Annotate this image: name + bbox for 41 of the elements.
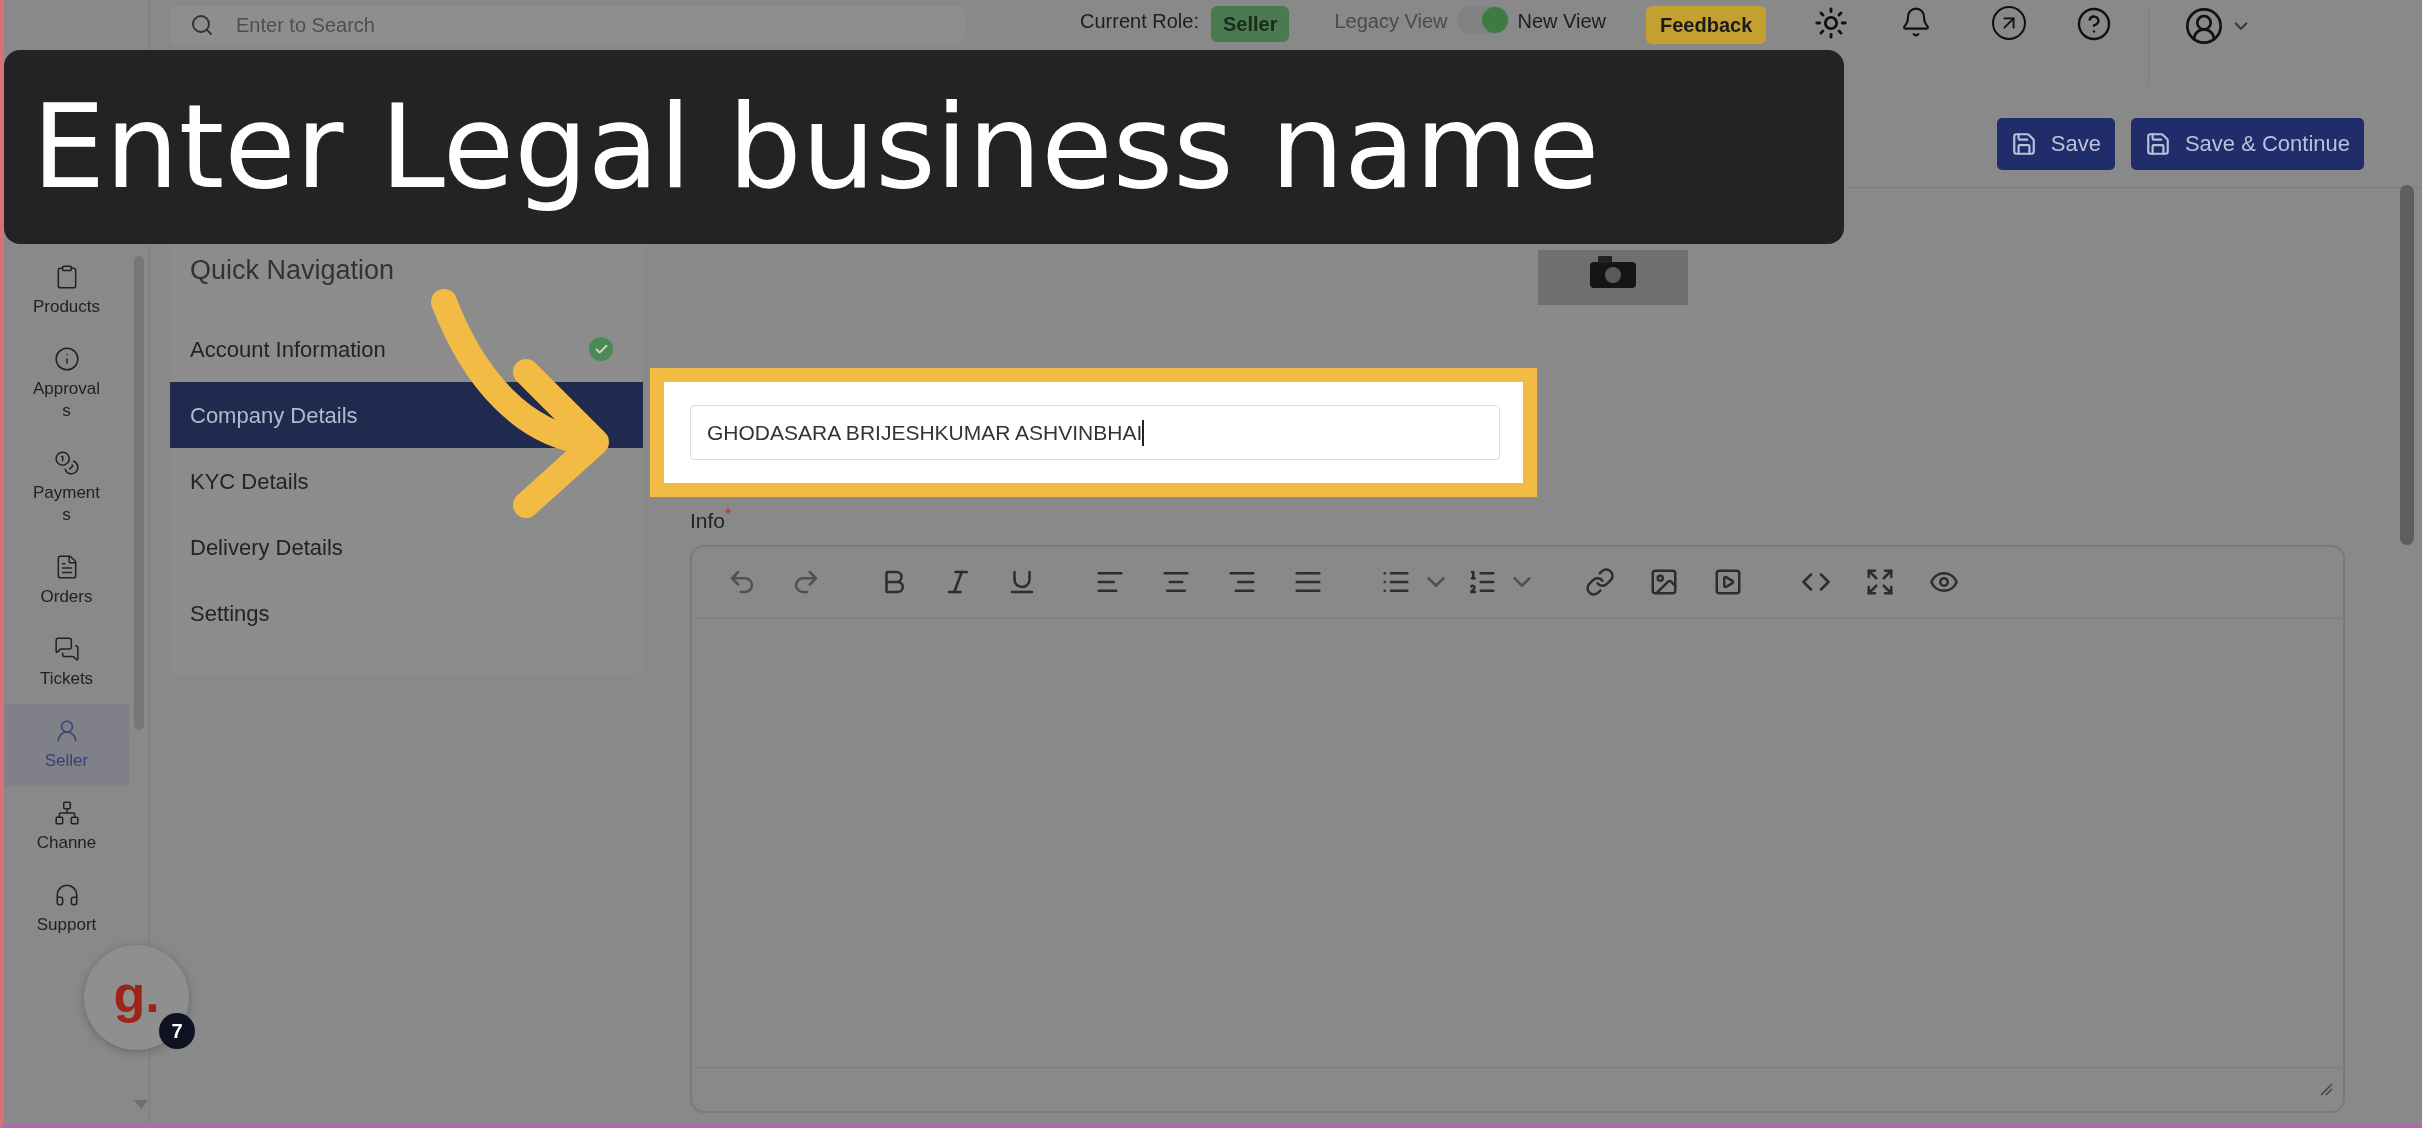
feedback-button[interactable]: Feedback <box>1646 6 1767 44</box>
chat-icon <box>53 636 80 662</box>
link-icon[interactable] <box>1585 567 1615 597</box>
search-icon <box>190 13 214 37</box>
info-icon <box>53 346 80 372</box>
save-button[interactable]: Save <box>1996 117 2115 170</box>
role-label: Current Role: <box>1080 9 1199 34</box>
video-icon[interactable] <box>1713 567 1743 597</box>
caption-text: Enter Legal business name <box>32 77 1600 216</box>
navigation-item[interactable]: Delivery Details <box>170 514 643 580</box>
sidebar-item[interactable]: Seller <box>4 704 129 786</box>
sun-icon[interactable] <box>1814 6 1849 40</box>
legal-name-field[interactable]: GHODASARA BRIJESHKUMAR ASHVINBHAI <box>690 405 1500 460</box>
quick-navigation-title: Quick Navigation <box>190 254 395 288</box>
role-tag: Seller <box>1210 6 1290 42</box>
network-icon <box>53 800 80 826</box>
navigation-item[interactable]: Settings <box>170 580 643 646</box>
info-label: Info$^{*}$ <box>690 505 733 534</box>
view-toggle[interactable] <box>1457 6 1510 34</box>
save-button[interactable]: Save & Continue <box>2130 117 2364 170</box>
legacy-view-label: Legacy View <box>1334 9 1448 34</box>
avatar-icon[interactable] <box>2184 6 2225 46</box>
navigation-item[interactable]: KYC Details <box>170 448 643 514</box>
sidebar-item[interactable]: Approvals <box>4 332 129 436</box>
page-scrollbar[interactable] <box>2400 185 2414 545</box>
sidebar-item[interactable]: Products <box>4 250 129 332</box>
help-icon[interactable] <box>2076 6 2113 42</box>
headset-icon <box>53 882 80 908</box>
sidebar-item[interactable]: Orders <box>4 540 129 622</box>
fullscreen-icon[interactable] <box>1865 567 1895 597</box>
resize-grip-icon[interactable] <box>2319 1082 2333 1096</box>
navigation-item[interactable]: Account Information <box>170 316 643 382</box>
image-icon[interactable] <box>1649 567 1679 597</box>
search-field[interactable]: Enter to Search <box>170 6 965 44</box>
sidebar-item[interactable]: Payments <box>4 436 129 540</box>
sidebar-item[interactable]: Channe <box>4 786 129 868</box>
coins-icon <box>53 450 80 476</box>
new-view-label: New View <box>1517 9 1607 34</box>
notification-count: 7 <box>159 1013 195 1049</box>
text-cursor <box>1142 419 1145 446</box>
sidebar-item[interactable]: Tickets <box>4 622 129 704</box>
